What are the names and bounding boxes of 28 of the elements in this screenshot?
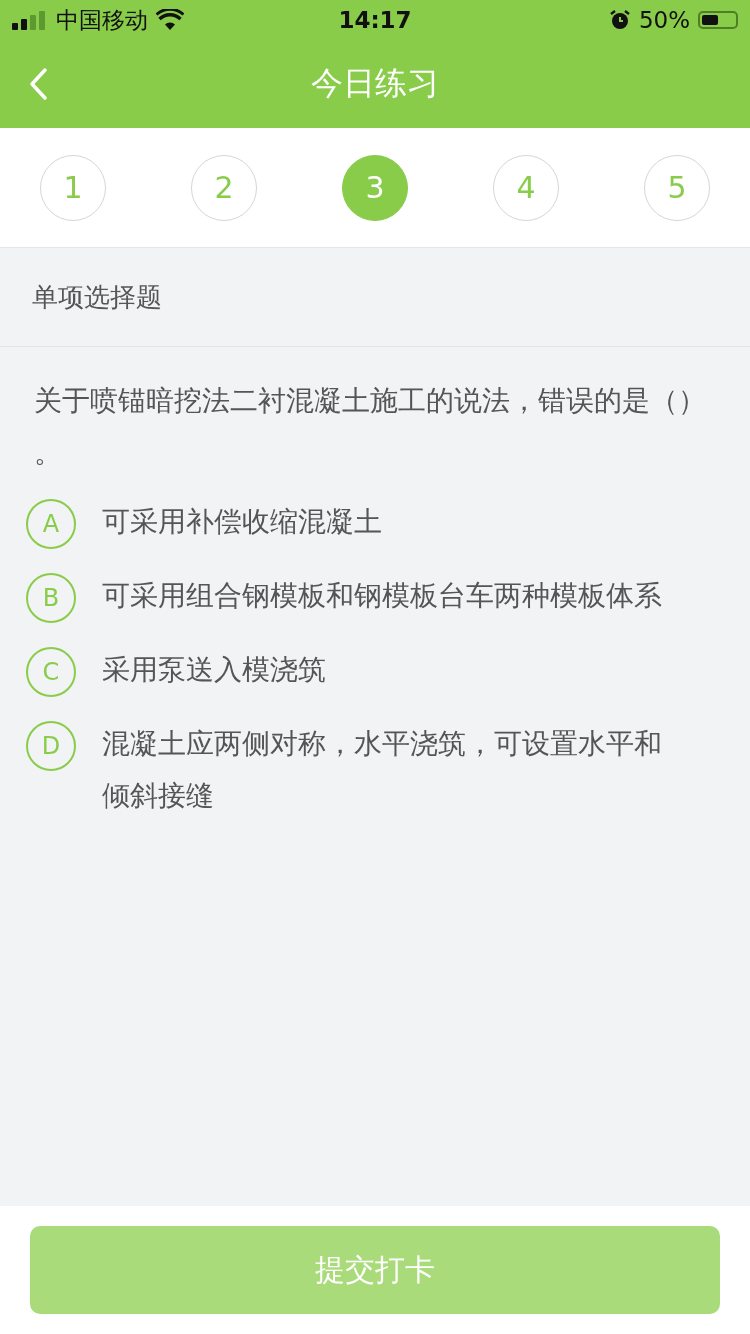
option-text: 可采用补偿收缩混凝土 <box>102 504 382 540</box>
option-text: 可采用组合钢模板和钢模板台车两种模板体系 <box>102 578 662 614</box>
signal-icon <box>12 10 48 30</box>
question-number-button[interactable]: 3 <box>342 154 408 221</box>
battery-percent: 50% <box>638 7 690 33</box>
option-letter-circle: D <box>26 721 76 771</box>
page-title: 今日练习 <box>310 63 440 104</box>
question-number-button[interactable]: 4 <box>493 154 559 221</box>
question-text: 关于喷锚暗挖法二衬混凝土施工的说法，错误的是（）。 <box>33 383 707 471</box>
answer-option[interactable]: D 混凝土应两侧对称，水平浇筑，可设置水平和倾斜接缝 <box>26 721 678 822</box>
question-number-button[interactable]: 1 <box>40 154 106 221</box>
option-text: 混凝土应两侧对称，水平浇筑，可设置水平和倾斜接缝 <box>102 726 663 814</box>
option-letter-circle: A <box>26 499 76 549</box>
question-number-button[interactable]: 2 <box>191 154 257 221</box>
answer-option[interactable]: C 采用泵送入模浇筑 <box>26 647 678 697</box>
option-letter-circle: C <box>26 647 76 697</box>
question-type: 单项选择题 <box>32 280 162 314</box>
back-icon[interactable] <box>28 67 48 101</box>
alarm-icon <box>608 9 631 31</box>
answer-option[interactable]: A 可采用补偿收缩混凝土 <box>26 499 678 549</box>
question-number-button[interactable]: 5 <box>644 154 710 221</box>
clock-time: 14:17 <box>337 7 413 33</box>
battery-icon <box>698 11 738 29</box>
option-text: 采用泵送入模浇筑 <box>102 652 326 688</box>
wifi-icon <box>156 9 184 31</box>
carrier-name: 中国移动 <box>56 5 148 35</box>
answer-option[interactable]: B 可采用组合钢模板和钢模板台车两种模板体系 <box>26 573 678 623</box>
option-letter-circle: B <box>26 573 76 623</box>
